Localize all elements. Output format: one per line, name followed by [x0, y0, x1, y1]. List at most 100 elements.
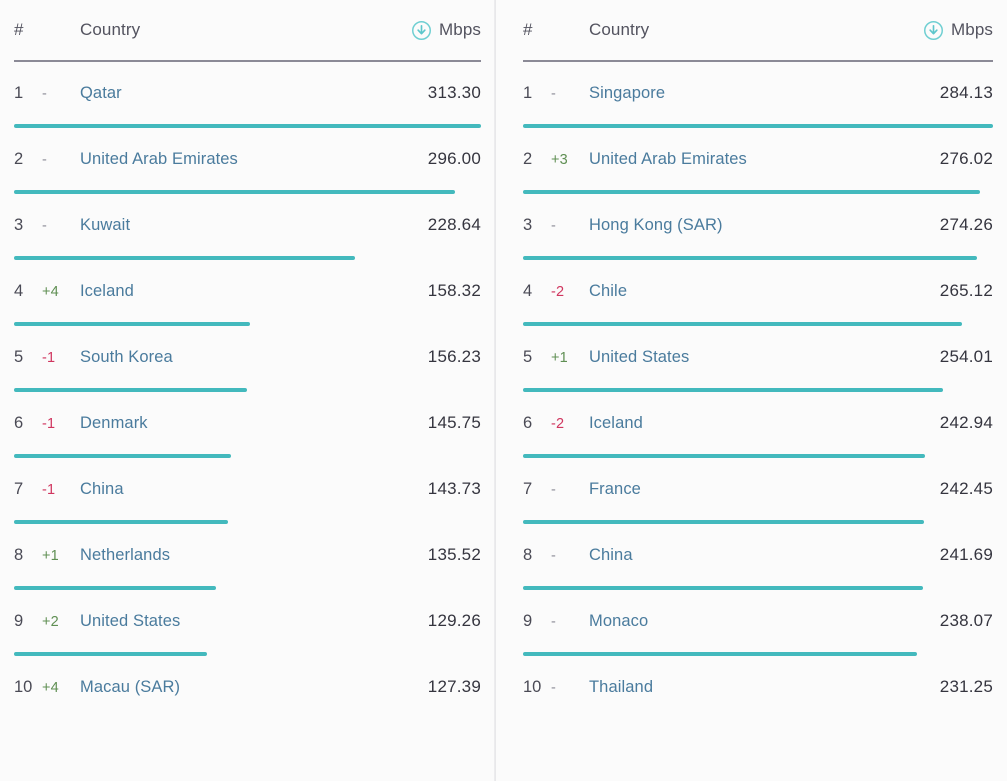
- cell-rank: 10: [523, 678, 551, 697]
- column-header-country: Country: [589, 20, 923, 40]
- table-row: 9-Monaco238.07: [523, 590, 993, 656]
- table-row: 5-1South Korea156.23: [14, 326, 481, 392]
- column-header-speed-label: Mbps: [439, 20, 481, 40]
- table-header-row: # Country Mbps: [14, 0, 481, 62]
- cell-rank: 5: [14, 348, 42, 367]
- cell-country-link[interactable]: United States: [80, 612, 428, 631]
- cell-country-link[interactable]: Denmark: [80, 414, 428, 433]
- cell-rank-change: -1: [42, 482, 80, 498]
- table-row-content: 9+2United States129.26: [14, 611, 481, 637]
- cell-country-link[interactable]: Iceland: [80, 282, 428, 301]
- table-row: 1-Singapore284.13: [523, 62, 993, 128]
- cell-speed-value: 242.94: [940, 413, 993, 433]
- table-header-row: # Country Mbps: [523, 0, 993, 62]
- cell-rank-change: -: [551, 680, 589, 696]
- download-circle-icon: [411, 20, 432, 41]
- table-row-content: 4+4Iceland158.32: [14, 281, 481, 307]
- cell-rank-change: +1: [551, 350, 589, 366]
- cell-rank-change: +2: [42, 614, 80, 630]
- cell-speed-value: 241.69: [940, 545, 993, 565]
- cell-rank: 7: [14, 480, 42, 499]
- cell-rank-change: -: [551, 614, 589, 630]
- cell-rank-change: +4: [42, 284, 80, 300]
- cell-country-link[interactable]: United States: [589, 348, 940, 367]
- cell-speed-value: 127.39: [428, 677, 481, 697]
- cell-speed-value: 145.75: [428, 413, 481, 433]
- cell-country-link[interactable]: Macau (SAR): [80, 678, 428, 697]
- cell-speed-value: 296.00: [428, 149, 481, 169]
- cell-country-link[interactable]: France: [589, 480, 940, 499]
- cell-rank: 9: [523, 612, 551, 631]
- cell-country-link[interactable]: South Korea: [80, 348, 428, 367]
- cell-country-link[interactable]: Chile: [589, 282, 940, 301]
- table-row-content: 1-Qatar313.30: [14, 83, 481, 109]
- cell-country-link[interactable]: United Arab Emirates: [80, 150, 428, 169]
- cell-country-link[interactable]: China: [589, 546, 940, 565]
- table-row: 2-United Arab Emirates296.00: [14, 128, 481, 194]
- table-row: 4+4Iceland158.32: [14, 260, 481, 326]
- table-row-content: 6-2Iceland242.94: [523, 413, 993, 439]
- download-circle-icon: [923, 20, 944, 41]
- table-row-content: 6-1Denmark145.75: [14, 413, 481, 439]
- table-row: 1-Qatar313.30: [14, 62, 481, 128]
- cell-country-link[interactable]: China: [80, 480, 428, 499]
- cell-rank: 4: [14, 282, 42, 301]
- cell-rank: 2: [14, 150, 42, 169]
- cell-rank-change: -1: [42, 416, 80, 432]
- column-header-speed[interactable]: Mbps: [923, 20, 993, 41]
- cell-country-link[interactable]: Iceland: [589, 414, 940, 433]
- cell-country-link[interactable]: Thailand: [589, 678, 940, 697]
- cell-speed-value: 265.12: [940, 281, 993, 301]
- cell-rank: 8: [14, 546, 42, 565]
- cell-rank-change: -: [551, 218, 589, 234]
- cell-speed-value: 231.25: [940, 677, 993, 697]
- cell-rank-change: +1: [42, 548, 80, 564]
- table-row-content: 2+3United Arab Emirates276.02: [523, 149, 993, 175]
- cell-rank-change: -2: [551, 284, 589, 300]
- ranking-panel-mobile: # Country Mbps 1-Qatar313.30 2-United Ara…: [0, 0, 495, 781]
- table-row: 9+2United States129.26: [14, 590, 481, 656]
- cell-speed-value: 156.23: [428, 347, 481, 367]
- table-row: 6-2Iceland242.94: [523, 392, 993, 458]
- ranking-rows-broadband: 1-Singapore284.13 2+3United Arab Emirates…: [523, 62, 993, 722]
- column-header-rank: #: [14, 20, 42, 40]
- cell-speed-value: 238.07: [940, 611, 993, 631]
- table-row-content: 10-Thailand231.25: [523, 677, 993, 703]
- cell-country-link[interactable]: Netherlands: [80, 546, 428, 565]
- cell-rank: 3: [14, 216, 42, 235]
- cell-country-link[interactable]: Singapore: [589, 84, 940, 103]
- cell-country-link[interactable]: Monaco: [589, 612, 940, 631]
- cell-rank-change: +3: [551, 152, 589, 168]
- cell-country-link[interactable]: Qatar: [80, 84, 428, 103]
- table-row: 10+4Macau (SAR)127.39: [14, 656, 481, 722]
- cell-country-link[interactable]: Kuwait: [80, 216, 428, 235]
- column-header-speed[interactable]: Mbps: [411, 20, 481, 41]
- cell-rank-change: -: [551, 548, 589, 564]
- table-row-content: 3-Hong Kong (SAR)274.26: [523, 215, 993, 241]
- cell-speed-value: 242.45: [940, 479, 993, 499]
- cell-rank: 6: [523, 414, 551, 433]
- cell-rank: 4: [523, 282, 551, 301]
- table-row-content: 8+1Netherlands135.52: [14, 545, 481, 571]
- cell-rank-change: -: [42, 152, 80, 168]
- cell-country-link[interactable]: United Arab Emirates: [589, 150, 940, 169]
- table-row-content: 5+1United States254.01: [523, 347, 993, 373]
- cell-country-link[interactable]: Hong Kong (SAR): [589, 216, 940, 235]
- table-row: 7-1China143.73: [14, 458, 481, 524]
- table-row-content: 4-2Chile265.12: [523, 281, 993, 307]
- table-row: 3-Hong Kong (SAR)274.26: [523, 194, 993, 260]
- cell-rank: 8: [523, 546, 551, 565]
- cell-rank: 9: [14, 612, 42, 631]
- table-row: 8-China241.69: [523, 524, 993, 590]
- cell-rank: 1: [14, 84, 42, 103]
- table-row-content: 7-France242.45: [523, 479, 993, 505]
- table-row-content: 1-Singapore284.13: [523, 83, 993, 109]
- table-row-content: 10+4Macau (SAR)127.39: [14, 677, 481, 703]
- cell-rank: 6: [14, 414, 42, 433]
- table-row-content: 8-China241.69: [523, 545, 993, 571]
- cell-speed-value: 135.52: [428, 545, 481, 565]
- table-row-content: 7-1China143.73: [14, 479, 481, 505]
- cell-rank: 3: [523, 216, 551, 235]
- table-row-content: 2-United Arab Emirates296.00: [14, 149, 481, 175]
- table-row-content: 5-1South Korea156.23: [14, 347, 481, 373]
